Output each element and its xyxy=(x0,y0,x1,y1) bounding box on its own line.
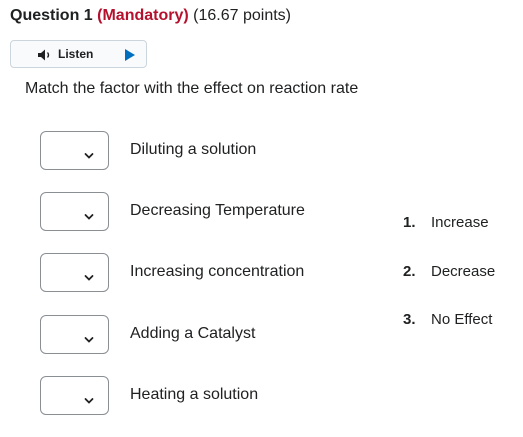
match-select[interactable] xyxy=(40,253,109,292)
question-number: Question 1 xyxy=(10,7,93,24)
question-page: Question 1 (Mandatory) (16.67 points) Li… xyxy=(0,0,523,437)
match-row: Decreasing Temperature xyxy=(40,192,360,232)
match-item-label: Adding a Catalyst xyxy=(130,325,256,342)
choice-item: 3. No Effect xyxy=(403,311,492,328)
choice-number: 2. xyxy=(403,263,416,280)
match-item-label: Decreasing Temperature xyxy=(130,202,305,219)
match-item-label: Increasing concentration xyxy=(130,263,305,280)
play-icon[interactable] xyxy=(123,47,137,63)
match-select[interactable] xyxy=(40,315,109,354)
chevron-down-icon xyxy=(84,392,94,404)
points-label: (16.67 points) xyxy=(193,7,291,24)
match-row: Increasing concentration xyxy=(40,253,360,293)
choice-number: 1. xyxy=(403,214,416,231)
listen-button[interactable]: Listen xyxy=(10,40,147,68)
speaker-icon xyxy=(37,48,53,62)
question-prompt: Match the factor with the effect on reac… xyxy=(25,80,359,97)
match-select[interactable] xyxy=(40,376,109,415)
choice-item: 1. Increase xyxy=(403,214,489,231)
match-select[interactable] xyxy=(40,131,109,170)
chevron-down-icon xyxy=(84,331,94,343)
mandatory-label: (Mandatory) xyxy=(97,7,189,24)
choice-number: 3. xyxy=(403,311,416,328)
choice-label: No Effect xyxy=(431,311,493,328)
chevron-down-icon xyxy=(84,147,94,159)
listen-label: Listen xyxy=(58,47,94,61)
match-row: Heating a solution xyxy=(40,376,360,416)
match-row: Diluting a solution xyxy=(40,131,360,171)
chevron-down-icon xyxy=(84,269,94,281)
chevron-down-icon xyxy=(84,208,94,220)
match-item-label: Heating a solution xyxy=(130,386,259,403)
match-row: Adding a Catalyst xyxy=(40,315,360,355)
choice-item: 2. Decrease xyxy=(403,263,495,280)
choice-label: Decrease xyxy=(431,263,496,280)
match-select[interactable] xyxy=(40,192,109,231)
choice-label: Increase xyxy=(431,214,489,231)
listen-separator xyxy=(116,45,117,65)
question-title: Question 1 (Mandatory) (16.67 points) xyxy=(10,7,291,25)
match-item-label: Diluting a solution xyxy=(130,141,257,158)
